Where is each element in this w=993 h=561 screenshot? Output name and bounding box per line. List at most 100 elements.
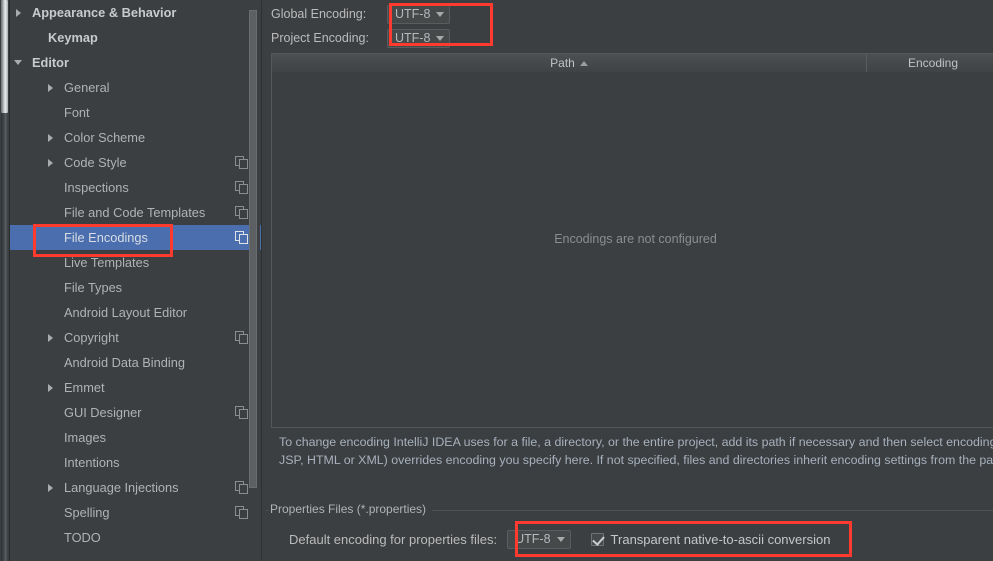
sidebar-item-label: File Types (64, 280, 123, 295)
sidebar-item-file-encodings[interactable]: File Encodings (10, 225, 262, 250)
sidebar-divider (261, 0, 262, 561)
settings-sidebar: Appearance & Behavior Keymap Editor General… (10, 0, 262, 561)
sidebar-item-language-injections[interactable]: Language Injections (10, 475, 262, 500)
sidebar-item-label: Android Layout Editor (64, 305, 188, 320)
chevron-right-icon[interactable] (12, 0, 24, 25)
copy-settings-icon (235, 406, 248, 419)
table-header: Path Encoding (272, 54, 993, 73)
sidebar-item-android-layout-editor[interactable]: Android Layout Editor (10, 300, 262, 325)
sidebar-item-font[interactable]: Font (10, 100, 262, 125)
chevron-right-icon[interactable] (44, 125, 56, 150)
sidebar-item-label: Images (64, 430, 106, 445)
chevron-down-icon[interactable] (12, 50, 24, 75)
sidebar-item-copyright[interactable]: Copyright (10, 325, 262, 350)
sidebar-item-emmet[interactable]: Emmet (10, 375, 262, 400)
properties-group-title: Properties Files (*.properties) (268, 502, 433, 516)
sidebar-item-label: GUI Designer (64, 405, 142, 420)
help-text: To change encoding IntelliJ IDEA uses fo… (279, 435, 993, 467)
sidebar-item-label: Spelling (64, 505, 110, 520)
sidebar-item-color-scheme[interactable]: Color Scheme (10, 125, 262, 150)
sidebar-item-editor[interactable]: Editor (10, 50, 262, 75)
global-encoding-row: Global Encoding: UTF-8 (271, 3, 451, 25)
global-encoding-value: UTF-8 (395, 7, 431, 21)
window-scrollbar-thumb[interactable] (1, 0, 8, 113)
sidebar-item-label: Copyright (64, 330, 119, 345)
copy-settings-icon (235, 156, 248, 169)
project-encoding-row: Project Encoding: UTF-8 (271, 27, 451, 49)
sidebar-item-gui-designer[interactable]: GUI Designer (10, 400, 262, 425)
chevron-right-icon[interactable] (44, 475, 56, 500)
sidebar-item-label: Font (64, 105, 90, 120)
sidebar-item-label: Emmet (64, 380, 105, 395)
encodings-table[interactable]: Path Encoding Encodings are not configur… (271, 53, 993, 428)
sidebar-item-code-style[interactable]: Code Style (10, 150, 262, 175)
sidebar-item-label: Language Injections (64, 480, 179, 495)
sidebar-item-label: File and Code Templates (64, 205, 206, 220)
transparent-conversion-checkbox-wrap[interactable]: Transparent native-to-ascii conversion (590, 531, 831, 547)
column-header-path[interactable]: Path (272, 54, 866, 72)
sidebar-item-label: Keymap (48, 30, 98, 45)
chevron-right-icon[interactable] (44, 75, 56, 100)
sidebar-item-keymap[interactable]: Keymap (10, 25, 262, 50)
sidebar-item-label: File Encodings (64, 230, 148, 245)
sidebar-item-label: Appearance & Behavior (32, 5, 177, 20)
sidebar-item-live-templates[interactable]: Live Templates (10, 250, 262, 275)
project-encoding-label: Project Encoding: (271, 31, 369, 45)
sidebar-item-file-and-code-templates[interactable]: File and Code Templates (10, 200, 262, 225)
global-encoding-dropdown[interactable]: UTF-8 (387, 4, 451, 24)
sidebar-item-label: Live Templates (64, 255, 150, 270)
chevron-down-icon (556, 536, 565, 542)
section-divider (263, 487, 993, 488)
sidebar-item-label: TODO (64, 530, 101, 545)
copy-settings-icon (235, 181, 248, 194)
sidebar-item-label: Color Scheme (64, 130, 146, 145)
sidebar-item-images[interactable]: Images (10, 425, 262, 450)
file-encodings-panel: Global Encoding: UTF-8 Project Encoding:… (263, 0, 993, 561)
properties-default-encoding-row: Default encoding for properties files: U… (263, 527, 830, 551)
sidebar-item-intentions[interactable]: Intentions (10, 450, 262, 475)
transparent-conversion-label: Transparent native-to-ascii conversion (610, 531, 831, 547)
window-scrollbar-track-lower[interactable] (1, 113, 8, 561)
column-header-encoding[interactable]: Encoding (866, 54, 993, 72)
sidebar-item-label: Intentions (64, 455, 120, 470)
chevron-down-icon (436, 35, 445, 41)
sidebar-item-label: Editor (32, 55, 69, 70)
settings-tree: Appearance & Behavior Keymap Editor General… (10, 0, 262, 550)
sort-ascending-icon (579, 60, 588, 66)
sidebar-item-inspections[interactable]: Inspections (10, 175, 262, 200)
sidebar-item-label: Inspections (64, 180, 129, 195)
copy-settings-icon (235, 481, 248, 494)
transparent-conversion-checkbox[interactable] (590, 532, 604, 546)
window-scrollbar[interactable] (0, 0, 9, 561)
column-header-encoding-label: Encoding (907, 56, 959, 70)
properties-encoding-dropdown[interactable]: UTF-8 (507, 529, 571, 549)
sidebar-item-label: General (64, 80, 110, 95)
properties-encoding-value: UTF-8 (515, 532, 551, 546)
sidebar-item-spelling[interactable]: Spelling (10, 500, 262, 525)
sidebar-item-todo[interactable]: TODO (10, 525, 262, 550)
project-encoding-value: UTF-8 (395, 31, 431, 45)
chevron-right-icon[interactable] (44, 325, 56, 350)
sidebar-scrollbar-thumb[interactable] (249, 10, 257, 488)
sidebar-item-android-data-binding[interactable]: Android Data Binding (10, 350, 262, 375)
copy-settings-icon (235, 506, 248, 519)
settings-dialog: Appearance & Behavior Keymap Editor General… (0, 0, 993, 561)
sidebar-item-label: Android Data Binding (64, 355, 185, 370)
properties-default-encoding-label: Default encoding for properties files: (289, 531, 498, 547)
sidebar-item-label: Code Style (64, 155, 127, 170)
table-body: Encodings are not configured (272, 72, 993, 427)
copy-settings-icon (235, 206, 248, 219)
project-encoding-dropdown[interactable]: UTF-8 (387, 28, 451, 48)
global-encoding-label: Global Encoding: (271, 7, 367, 21)
chevron-down-icon (436, 11, 445, 17)
empty-state-message: Encodings are not configured (554, 231, 717, 246)
copy-settings-icon (235, 231, 248, 244)
sidebar-item-general[interactable]: General (10, 75, 262, 100)
sidebar-item-file-types[interactable]: File Types (10, 275, 262, 300)
copy-settings-icon (235, 331, 248, 344)
chevron-right-icon[interactable] (44, 150, 56, 175)
chevron-right-icon[interactable] (44, 375, 56, 400)
sidebar-scrollbar[interactable] (249, 0, 260, 561)
column-header-path-label: Path (550, 56, 575, 70)
sidebar-item-appearance-behavior[interactable]: Appearance & Behavior (10, 0, 262, 25)
